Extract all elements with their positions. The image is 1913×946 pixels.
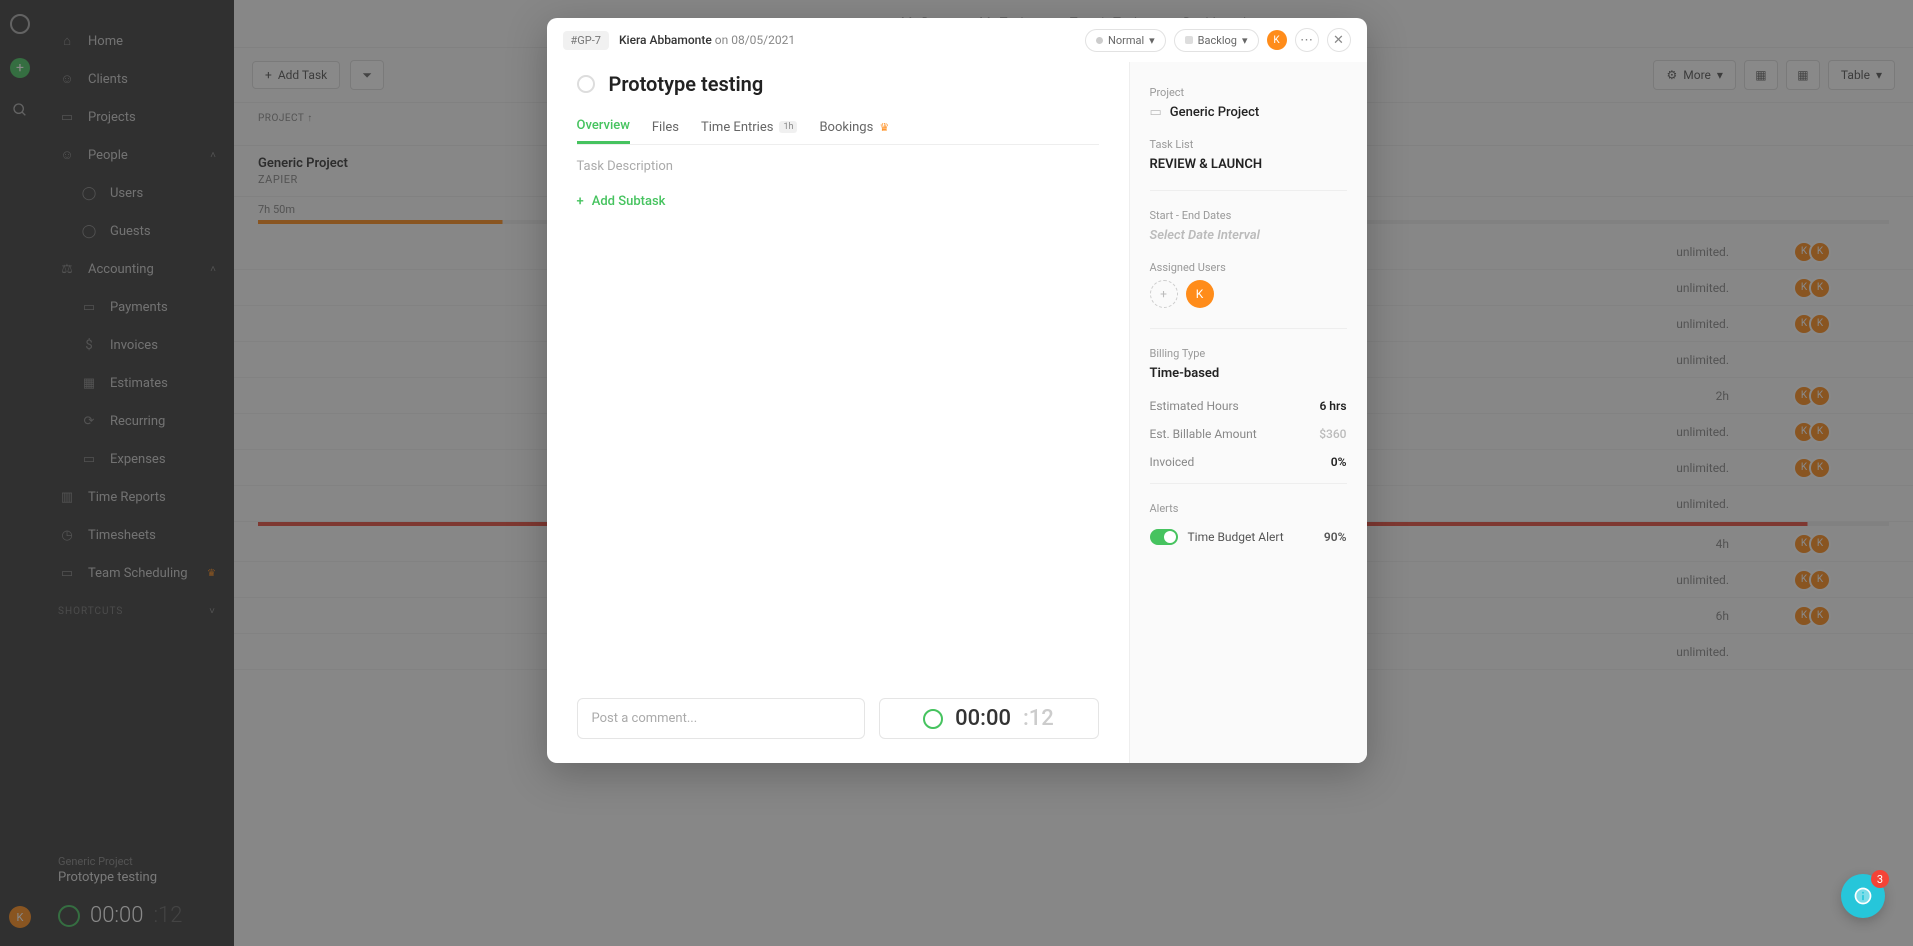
comment-input[interactable]: Post a comment... <box>577 698 865 739</box>
dates-label: Start - End Dates <box>1150 209 1347 222</box>
alert-toggle[interactable] <box>1150 529 1178 545</box>
invoiced-label: Invoiced <box>1150 455 1195 469</box>
chevron-down-icon: ▾ <box>1242 34 1248 47</box>
est-hours-value[interactable]: 6 hrs <box>1319 399 1346 413</box>
folder-icon: ▭ <box>1150 105 1162 120</box>
complete-checkbox[interactable] <box>577 75 595 93</box>
more-options-button[interactable]: ⋯ <box>1295 28 1319 52</box>
assignee-avatar[interactable]: K <box>1186 280 1214 308</box>
help-chat-button[interactable]: 3 <box>1841 874 1885 918</box>
billable-value: $360 <box>1319 427 1346 441</box>
plus-icon: + <box>577 194 584 209</box>
task-title[interactable]: Prototype testing <box>609 72 764 96</box>
priority-dropdown[interactable]: Normal▾ <box>1085 29 1166 52</box>
task-timer[interactable]: 00:00 :12 <box>879 698 1099 739</box>
invoiced-value: 0% <box>1331 455 1347 469</box>
billing-value: Time-based <box>1150 366 1347 381</box>
timer-seconds: :12 <box>1023 706 1054 731</box>
project-link[interactable]: ▭Generic Project <box>1150 105 1347 120</box>
task-modal: #GP-7 Kiera Abbamonte on 08/05/2021 Norm… <box>547 18 1367 763</box>
modal-overlay[interactable]: #GP-7 Kiera Abbamonte on 08/05/2021 Norm… <box>0 0 1913 946</box>
status-dropdown[interactable]: Backlog▾ <box>1174 29 1259 52</box>
task-author: Kiera Abbamonte on 08/05/2021 <box>619 33 795 47</box>
status-square-icon <box>1185 36 1193 44</box>
tab-bookings[interactable]: Bookings♛ <box>819 110 889 144</box>
chevron-down-icon: ▾ <box>1149 34 1155 47</box>
timer-play-icon[interactable] <box>923 709 943 729</box>
help-badge: 3 <box>1871 870 1889 888</box>
alerts-label: Alerts <box>1150 502 1347 515</box>
modal-main: Prototype testing Overview Files Time En… <box>547 62 1129 763</box>
task-description-input[interactable]: Task Description <box>577 159 1099 174</box>
billing-label: Billing Type <box>1150 347 1347 360</box>
add-assignee-button[interactable]: + <box>1150 280 1178 308</box>
modal-side-panel: Project ▭Generic Project Task List REVIE… <box>1129 62 1367 763</box>
assigned-label: Assigned Users <box>1150 261 1347 274</box>
tab-time-entries[interactable]: Time Entries1h <box>701 110 797 144</box>
modal-tabs: Overview Files Time Entries1h Bookings♛ <box>577 110 1099 145</box>
timer-main: 00:00 <box>955 706 1011 731</box>
tab-overview[interactable]: Overview <box>577 110 630 144</box>
alert-value[interactable]: 90% <box>1324 530 1347 544</box>
modal-header: #GP-7 Kiera Abbamonte on 08/05/2021 Norm… <box>547 18 1367 62</box>
dates-picker[interactable]: Select Date Interval <box>1150 228 1347 243</box>
billable-label: Est. Billable Amount <box>1150 427 1257 441</box>
tasklist-value[interactable]: REVIEW & LAUNCH <box>1150 157 1347 172</box>
alert-name: Time Budget Alert <box>1188 530 1314 544</box>
close-button[interactable]: ✕ <box>1327 28 1351 52</box>
task-id-badge[interactable]: #GP-7 <box>563 31 609 50</box>
project-label: Project <box>1150 86 1347 99</box>
est-hours-label: Estimated Hours <box>1150 399 1239 413</box>
tab-files[interactable]: Files <box>652 110 679 144</box>
priority-dot-icon <box>1096 37 1103 44</box>
add-subtask-button[interactable]: +Add Subtask <box>577 194 1099 209</box>
time-badge: 1h <box>779 121 797 133</box>
crown-icon: ♛ <box>879 121 889 134</box>
assignee-avatar[interactable]: K <box>1267 30 1287 50</box>
tasklist-label: Task List <box>1150 138 1347 151</box>
